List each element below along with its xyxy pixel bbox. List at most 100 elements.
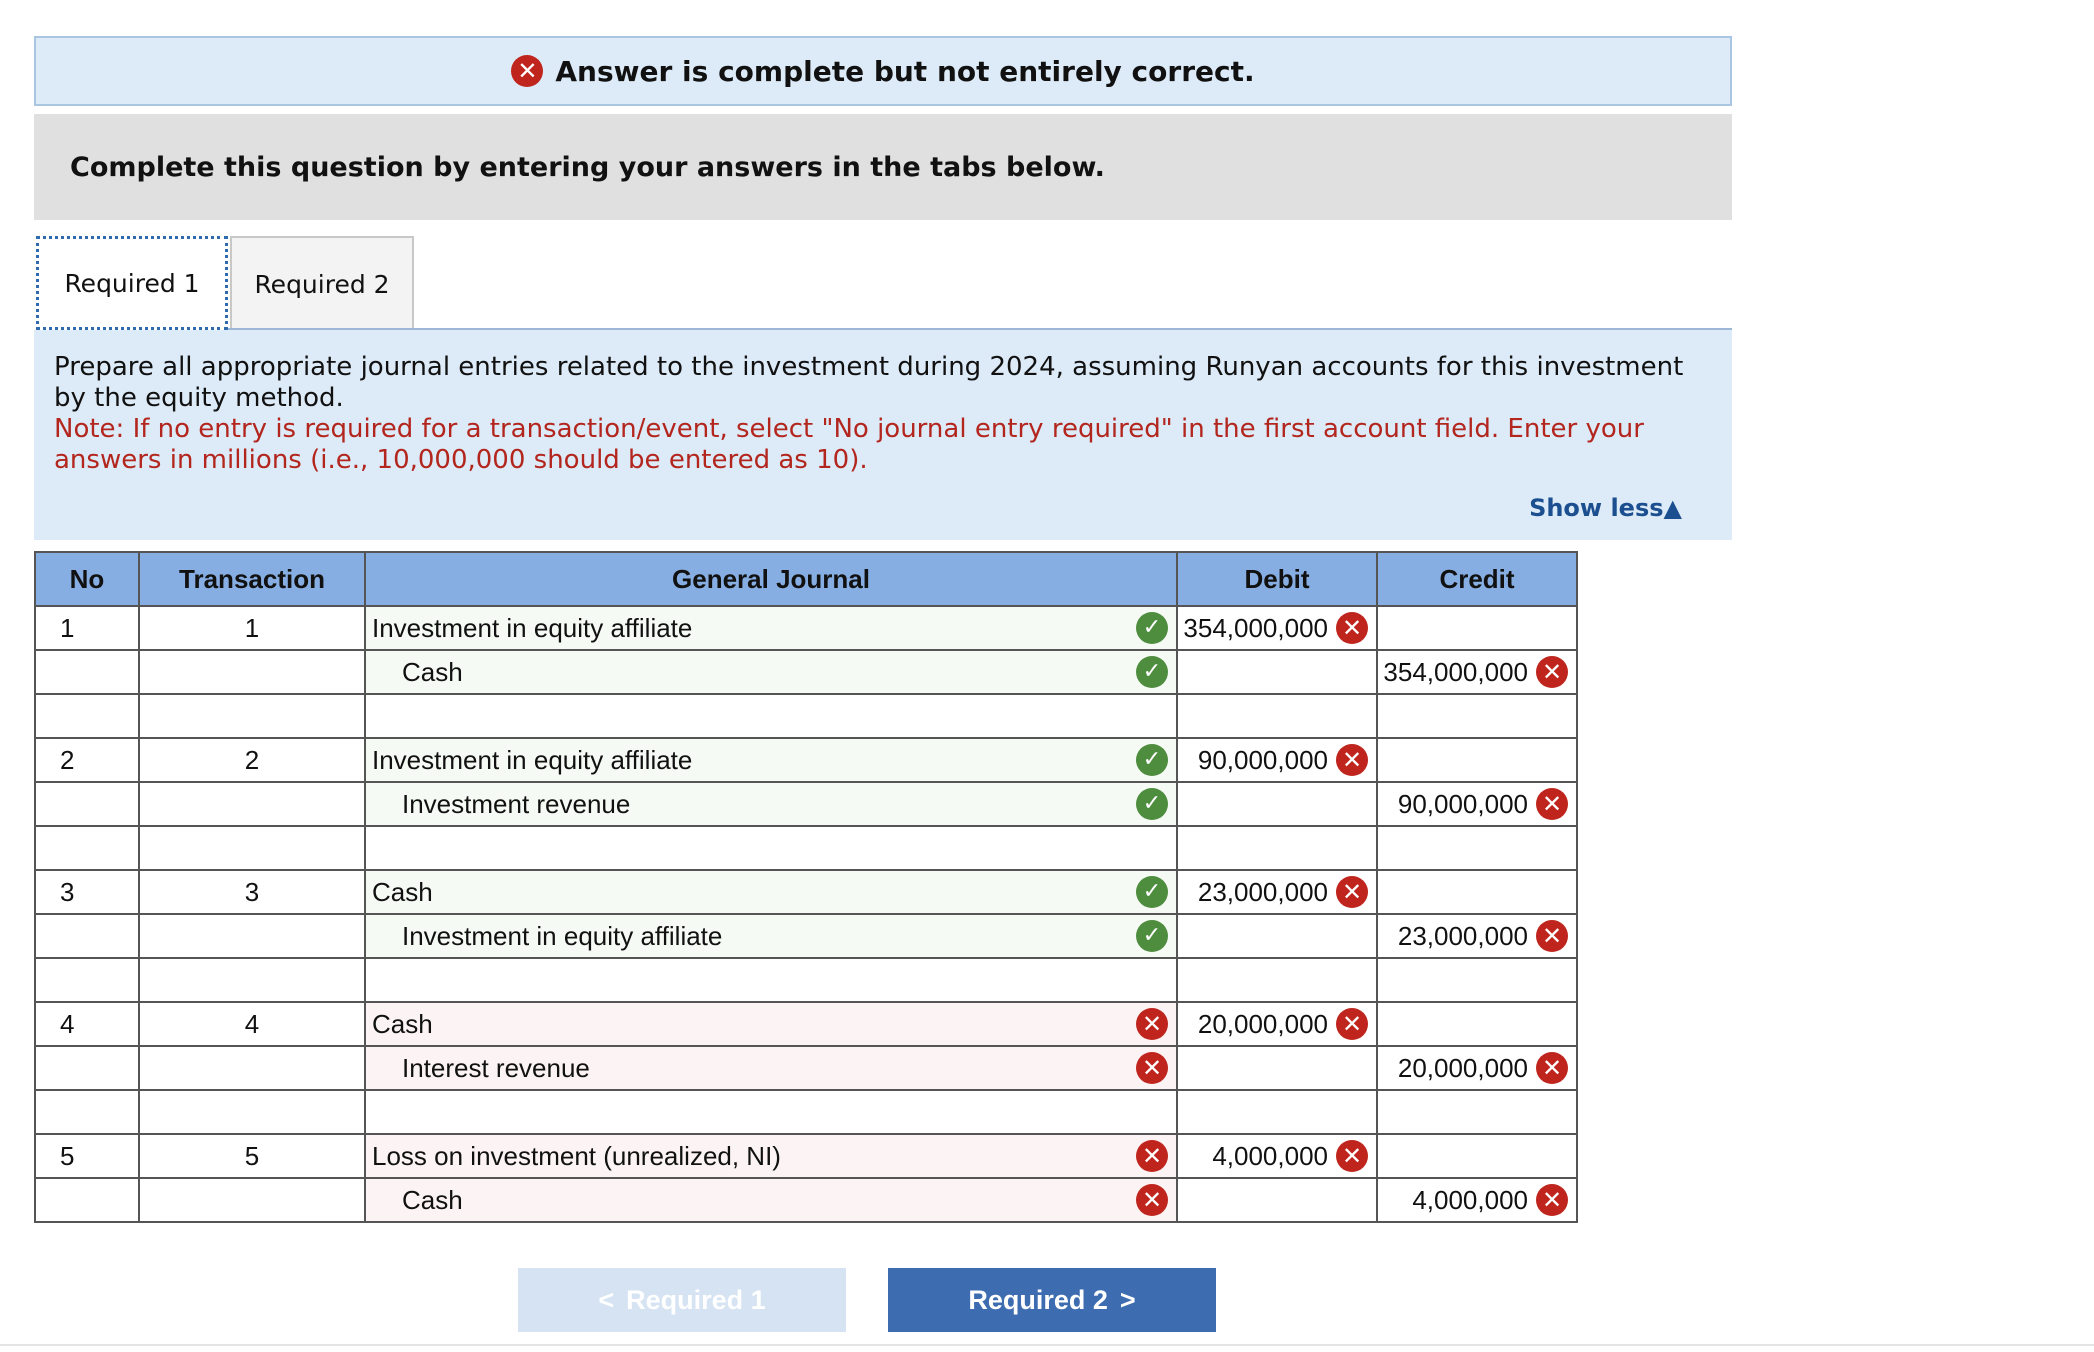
credit-field[interactable]: 90,000,000 ✕ <box>1376 781 1578 827</box>
triangle-up-icon: ▲ <box>1663 494 1682 522</box>
debit-field[interactable] <box>1176 1089 1378 1135</box>
prev-required-button[interactable]: < Required 1 <box>518 1268 846 1332</box>
check-circle-icon: ✓ <box>1136 744 1168 776</box>
debit-field[interactable] <box>1176 1045 1378 1091</box>
check-circle-icon: ✓ <box>1136 920 1168 952</box>
credit-field[interactable] <box>1376 1133 1578 1179</box>
row-no-cell <box>34 1089 140 1135</box>
account-field[interactable]: Investment revenue ✓ <box>364 781 1178 827</box>
debit-field[interactable] <box>1176 781 1378 827</box>
table-row: 5 5 Loss on investment (unrealized, NI) ✕ 4,… <box>34 1133 1578 1179</box>
row-transaction-cell: 4 <box>138 1001 366 1047</box>
debit-field[interactable]: 354,000,000 ✕ <box>1176 605 1378 651</box>
table-row: Investment revenue ✓ 90,000,000 ✕ <box>34 781 1578 827</box>
credit-amount: 20,000,000 <box>1397 1052 1528 1083</box>
show-less-link[interactable]: Show less▲ <box>1529 493 1682 524</box>
x-circle-icon: ✕ <box>1136 1052 1168 1084</box>
credit-field[interactable] <box>1376 737 1578 783</box>
credit-amount: 23,000,000 <box>1397 920 1528 951</box>
account-field[interactable]: Interest revenue ✕ <box>364 1045 1178 1091</box>
credit-field[interactable] <box>1376 693 1578 739</box>
instruction-text: Complete this question by entering your … <box>70 151 1105 183</box>
account-field[interactable]: Loss on investment (unrealized, NI) ✕ <box>364 1133 1178 1179</box>
table-row <box>34 693 1578 739</box>
account-name: Interest revenue <box>402 1052 590 1083</box>
debit-field[interactable] <box>1176 1177 1378 1223</box>
debit-amount: 354,000,000 <box>1183 612 1328 643</box>
debit-field[interactable] <box>1176 693 1378 739</box>
debit-field[interactable]: 20,000,000 ✕ <box>1176 1001 1378 1047</box>
account-name: Loss on investment (unrealized, NI) <box>372 1140 781 1171</box>
account-field[interactable]: Investment in equity affiliate ✓ <box>364 913 1178 959</box>
account-field[interactable] <box>364 693 1178 739</box>
journal-body: 1 1 Investment in equity affiliate ✓ 354,000… <box>34 605 1578 1223</box>
credit-field[interactable] <box>1376 1001 1578 1047</box>
credit-field[interactable]: 354,000,000 ✕ <box>1376 649 1578 695</box>
row-no-cell <box>34 693 140 739</box>
credit-field[interactable] <box>1376 957 1578 1003</box>
row-transaction-cell: 3 <box>138 869 366 915</box>
debit-field[interactable]: 4,000,000 ✕ <box>1176 1133 1378 1179</box>
row-no-cell: 2 <box>34 737 140 783</box>
tab-required-2[interactable]: Required 2 <box>230 236 414 330</box>
table-row: Investment in equity affiliate ✓ 23,000,00… <box>34 913 1578 959</box>
debit-field[interactable] <box>1176 649 1378 695</box>
account-field[interactable]: Investment in equity affiliate ✓ <box>364 605 1178 651</box>
table-row: Cash ✓ 354,000,000 ✕ <box>34 649 1578 695</box>
debit-field[interactable] <box>1176 957 1378 1003</box>
account-field[interactable] <box>364 825 1178 871</box>
credit-field[interactable]: 23,000,000 ✕ <box>1376 913 1578 959</box>
account-field[interactable]: Investment in equity affiliate ✓ <box>364 737 1178 783</box>
account-field[interactable] <box>364 957 1178 1003</box>
prev-button-label: Required 1 <box>626 1284 766 1315</box>
header-no: No <box>34 551 140 607</box>
row-no-cell <box>34 825 140 871</box>
chevron-right-icon: > <box>1119 1284 1136 1315</box>
table-row <box>34 825 1578 871</box>
debit-field[interactable]: 90,000,000 ✕ <box>1176 737 1378 783</box>
table-row: 2 2 Investment in equity affiliate ✓ 90,000,… <box>34 737 1578 783</box>
row-transaction-cell: 2 <box>138 737 366 783</box>
table-row <box>34 1089 1578 1135</box>
credit-field[interactable] <box>1376 1089 1578 1135</box>
row-no-cell <box>34 957 140 1003</box>
row-transaction-cell <box>138 825 366 871</box>
credit-field[interactable] <box>1376 869 1578 915</box>
row-no-cell <box>34 781 140 827</box>
row-transaction-cell <box>138 957 366 1003</box>
account-field[interactable] <box>364 1089 1178 1135</box>
row-no-cell: 3 <box>34 869 140 915</box>
credit-field[interactable]: 4,000,000 ✕ <box>1376 1177 1578 1223</box>
table-row: 4 4 Cash ✕ 20,000,000 ✕ <box>34 1001 1578 1047</box>
x-circle-icon: ✕ <box>1336 876 1368 908</box>
debit-field[interactable] <box>1176 913 1378 959</box>
x-circle-icon: ✕ <box>1136 1008 1168 1040</box>
credit-field[interactable] <box>1376 825 1578 871</box>
debit-amount: 23,000,000 <box>1197 876 1328 907</box>
row-no-cell: 4 <box>34 1001 140 1047</box>
credit-field[interactable] <box>1376 605 1578 651</box>
x-circle-icon: ✕ <box>511 55 544 87</box>
account-field[interactable]: Cash ✕ <box>364 1001 1178 1047</box>
account-field[interactable]: Cash ✓ <box>364 869 1178 915</box>
tab-required-1[interactable]: Required 1 <box>36 236 228 330</box>
row-no-cell <box>34 1177 140 1223</box>
credit-field[interactable]: 20,000,000 ✕ <box>1376 1045 1578 1091</box>
table-row: Interest revenue ✕ 20,000,000 ✕ <box>34 1045 1578 1091</box>
table-row: 1 1 Investment in equity affiliate ✓ 354,000… <box>34 605 1578 651</box>
row-no-cell <box>34 913 140 959</box>
debit-field[interactable]: 23,000,000 ✕ <box>1176 869 1378 915</box>
account-name: Investment in equity affiliate <box>402 920 723 951</box>
account-field[interactable]: Cash ✕ <box>364 1177 1178 1223</box>
row-transaction-cell <box>138 1177 366 1223</box>
account-field[interactable]: Cash ✓ <box>364 649 1178 695</box>
x-circle-icon: ✕ <box>1536 1184 1568 1216</box>
next-required-button[interactable]: Required 2 > <box>888 1268 1216 1332</box>
prompt-note: Note: If no entry is required for a tran… <box>54 414 1644 475</box>
credit-amount: 354,000,000 <box>1383 656 1528 687</box>
result-banner-text: Answer is complete but not entirely corr… <box>555 54 1255 88</box>
instruction-panel: Complete this question by entering your … <box>34 114 1732 220</box>
x-circle-icon: ✕ <box>1536 788 1568 820</box>
check-circle-icon: ✓ <box>1136 656 1168 688</box>
debit-field[interactable] <box>1176 825 1378 871</box>
